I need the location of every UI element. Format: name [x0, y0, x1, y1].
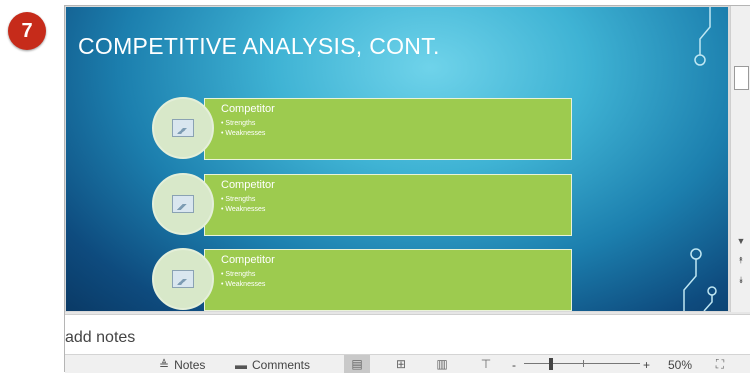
competitor-bullets: • Strengths • Weaknesses — [221, 196, 266, 213]
normal-view-button[interactable]: ▤ — [344, 355, 370, 373]
competitor-heading: Competitor — [221, 179, 275, 191]
zoom-in-button[interactable]: + — [643, 356, 650, 373]
notes-pane[interactable]: add notes — [65, 314, 750, 355]
competitor-row[interactable]: Competitor • Strengths • Weaknesses — [152, 97, 574, 160]
scrollbar-thumb[interactable] — [734, 66, 749, 90]
zoom-level[interactable]: 50% — [668, 356, 692, 373]
competitor-box[interactable]: Competitor • Strengths • Weaknesses — [204, 174, 572, 236]
bullet-weaknesses: Weaknesses — [225, 281, 266, 288]
bullet-weaknesses: Weaknesses — [225, 130, 266, 137]
circuit-decoration-bottom — [683, 248, 717, 311]
reading-view-icon: ▥ — [436, 357, 448, 371]
comments-button[interactable]: ▬ Comments — [235, 356, 310, 373]
previous-slide-icon[interactable]: ⯭ — [731, 253, 750, 267]
zoom-slider-center-tick — [583, 360, 584, 367]
notes-button[interactable]: ≜ Notes — [159, 356, 205, 373]
slideshow-button[interactable]: ⊤ — [473, 355, 499, 373]
competitor-bullets: • Strengths • Weaknesses — [221, 120, 266, 137]
picture-placeholder[interactable] — [152, 97, 214, 159]
scroll-down-arrow-icon[interactable]: ▼ — [731, 234, 750, 248]
notes-label: Notes — [174, 357, 206, 372]
reading-view-button[interactable]: ▥ — [429, 355, 455, 373]
powerpoint-window: COMPETITIVE ANALYSIS, CONT. Competitor •… — [64, 5, 750, 373]
competitor-row[interactable]: Competitor • Strengths • Weaknesses — [152, 173, 574, 236]
fit-to-window-icon: ⛶ — [715, 356, 725, 371]
competitor-row[interactable]: Competitor • Strengths • Weaknesses — [152, 248, 574, 311]
bullet-strengths: Strengths — [225, 271, 256, 278]
competitor-box[interactable]: Competitor • Strengths • Weaknesses — [204, 249, 572, 311]
normal-view-icon: ▤ — [351, 357, 363, 371]
slide-canvas: COMPETITIVE ANALYSIS, CONT. Competitor •… — [65, 6, 730, 312]
circuit-decoration-top — [694, 7, 711, 66]
slide-sorter-button[interactable]: ⊞ — [388, 355, 414, 373]
slide[interactable]: COMPETITIVE ANALYSIS, CONT. Competitor •… — [66, 7, 728, 311]
step-badge: 7 — [8, 12, 46, 50]
comments-icon: ▬ — [235, 357, 247, 372]
status-bar: ≜ Notes ▬ Comments ▤ ⊞ ▥ ⊤ - + 50% ⛶ — [65, 354, 750, 373]
competitor-heading: Competitor — [221, 254, 275, 266]
fit-to-window-button[interactable]: ⛶ — [707, 355, 733, 373]
competitor-heading: Competitor — [221, 103, 275, 115]
zoom-slider-thumb[interactable] — [549, 358, 553, 370]
competitor-bullets: • Strengths • Weaknesses — [221, 271, 266, 288]
next-slide-icon[interactable]: ⯯ — [731, 273, 750, 287]
picture-placeholder[interactable] — [152, 248, 214, 310]
slide-sorter-icon: ⊞ — [395, 357, 407, 371]
zoom-out-button[interactable]: - — [512, 356, 516, 373]
picture-placeholder[interactable] — [152, 173, 214, 235]
slideshow-icon: ⊤ — [480, 357, 492, 371]
notes-placeholder[interactable]: add notes — [65, 329, 135, 347]
picture-placeholder-icon[interactable] — [172, 270, 194, 288]
bullet-strengths: Strengths — [225, 120, 256, 127]
comments-label: Comments — [252, 357, 311, 372]
picture-placeholder-icon[interactable] — [172, 195, 194, 213]
vertical-scrollbar[interactable]: ▼ ⯭ ⯯ — [730, 6, 750, 312]
zoom-slider-track[interactable] — [524, 363, 640, 364]
bullet-strengths: Strengths — [225, 196, 256, 203]
competitor-box[interactable]: Competitor • Strengths • Weaknesses — [204, 98, 572, 160]
picture-placeholder-icon[interactable] — [172, 119, 194, 137]
notes-icon: ≜ — [159, 357, 170, 372]
bullet-weaknesses: Weaknesses — [225, 206, 266, 213]
slide-title[interactable]: COMPETITIVE ANALYSIS, CONT. — [78, 33, 440, 60]
